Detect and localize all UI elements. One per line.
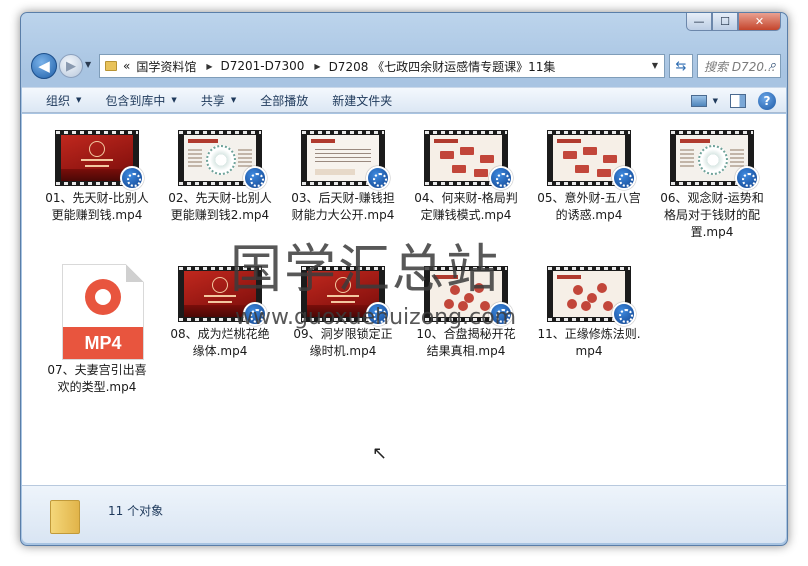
search-input[interactable]: 搜索 D720... ⌕ (697, 54, 781, 78)
include-library-menu[interactable]: 包含到库中 ▼ (105, 92, 176, 109)
address-row: ◀ ▶ ▼ « 国学资料馆 ▶ D7201-D7300 ▶ D7208 《七政四… (27, 51, 783, 81)
close-button[interactable]: ✕ (738, 13, 781, 31)
search-placeholder: 搜索 D720... (704, 59, 776, 74)
refresh-icon: ⇆ (675, 58, 687, 74)
chevron-down-icon: ▼ (171, 96, 177, 104)
folder-icon (105, 61, 117, 71)
file-name: 03、后天财-赚钱担财能力大公开.mp4 (291, 191, 395, 222)
share-label: 共享 (200, 93, 225, 108)
minimize-button[interactable]: — (686, 13, 712, 31)
file-name: 04、何来财-格局判定赚钱模式.mp4 (414, 191, 518, 222)
film-reel-icon (85, 279, 121, 315)
file-name: 01、先天财-比别人更能赚到钱.mp4 (45, 191, 149, 222)
organize-menu[interactable]: 组织 ▼ (46, 92, 81, 109)
recent-pages-dropdown[interactable]: ▼ (85, 60, 91, 69)
address-dropdown[interactable]: ▼ (652, 61, 658, 70)
file-name: 11、正缘修炼法则.mp4 (537, 327, 641, 358)
toolbar-right: ▼ ? (690, 92, 776, 110)
command-bar: 组织 ▼ 包含到库中 ▼ 共享 ▼ 全部播放 新建文件夹 ▼ ? (22, 87, 786, 113)
chevron-right-icon[interactable]: ▶ (314, 62, 320, 71)
watermark-text: 国学汇总站 (230, 240, 501, 300)
details-pane: 11 个对象 (22, 485, 786, 543)
file-name: 05、意外财-五八宫的诱惑.mp4 (537, 191, 641, 222)
media-player-badge-icon (612, 166, 636, 190)
media-player-badge-icon (366, 166, 390, 190)
file-name: 02、先天财-比别人更能赚到钱2.mp4 (168, 191, 272, 222)
item-count: 11 个对象 (108, 504, 164, 518)
help-icon[interactable]: ? (758, 92, 776, 110)
media-player-badge-icon (612, 302, 636, 326)
window-controls: — ☐ ✕ (686, 13, 781, 31)
file-name: 08、成为烂桃花绝缘体.mp4 (170, 327, 270, 358)
media-player-badge-icon (120, 166, 144, 190)
address-bar[interactable]: « 国学资料馆 ▶ D7201-D7300 ▶ D7208 《七政四余财运感情专… (99, 54, 665, 78)
watermark-url: www.guoxuehuizong.com (235, 305, 517, 330)
new-folder-button[interactable]: 新建文件夹 (332, 92, 392, 109)
chevron-down-icon: ▼ (712, 97, 718, 105)
media-player-badge-icon (243, 166, 267, 190)
breadcrumb-item[interactable]: D7208 《七政四余财运感情专题课》11集 (329, 58, 556, 75)
chevron-down-icon: ▼ (85, 60, 92, 69)
media-player-badge-icon (735, 166, 759, 190)
play-all-button[interactable]: 全部播放 (260, 92, 308, 109)
include-library-label: 包含到库中 (105, 93, 166, 108)
arrow-right-icon: ▶ (66, 58, 76, 74)
mouse-cursor-icon: ↖ (372, 443, 388, 464)
media-player-badge-icon (489, 166, 513, 190)
chevron-right-icon[interactable]: ▶ (206, 62, 212, 71)
refresh-button[interactable]: ⇆ (669, 54, 693, 78)
view-icon (690, 95, 707, 107)
change-view-button[interactable]: ▼ (690, 95, 718, 107)
organize-label: 组织 (46, 93, 71, 108)
forward-button[interactable]: ▶ (59, 54, 83, 78)
file-name: 10、合盘揭秘开花结果真相.mp4 (416, 327, 516, 358)
chevron-down-icon: ▼ (230, 96, 237, 104)
breadcrumb-item[interactable]: 国学资料馆 (136, 58, 196, 75)
chevron-down-icon: ▼ (76, 96, 82, 104)
file-name: 06、观念财-运势和格局对于钱财的配置.mp4 (660, 191, 764, 239)
file-name: 07、夫妻宫引出喜欢的类型.mp4 (47, 363, 147, 394)
file-name: 09、洞岁限锁定正缘时机.mp4 (293, 327, 393, 358)
mp4-file-icon: MP4 (62, 264, 144, 360)
maximize-button[interactable]: ☐ (712, 13, 738, 31)
breadcrumb-overflow[interactable]: « (123, 59, 130, 73)
mp4-icon-label: MP4 (63, 327, 143, 359)
share-menu[interactable]: 共享 ▼ (201, 92, 236, 109)
search-icon[interactable]: ⌕ (769, 58, 776, 73)
back-button[interactable]: ◀ (31, 53, 57, 79)
breadcrumb-item[interactable]: D7201-D7300 (221, 59, 305, 73)
arrow-left-icon: ◀ (38, 57, 50, 75)
preview-pane-icon[interactable] (730, 94, 746, 108)
folder-icon (50, 500, 80, 534)
